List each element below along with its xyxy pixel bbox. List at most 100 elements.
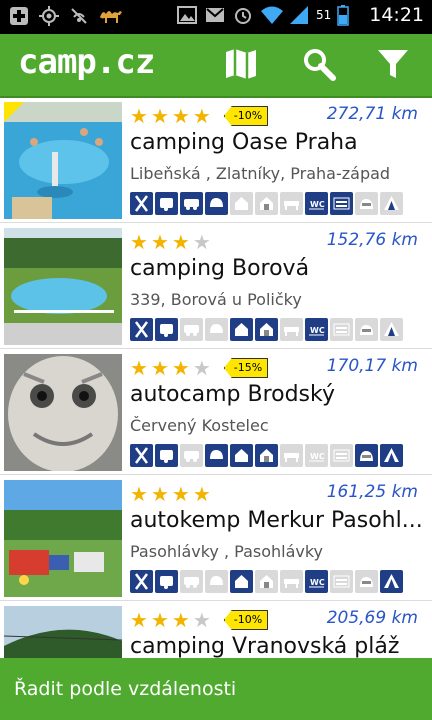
search-button[interactable] [296,44,342,88]
amenity-icons: WC [130,318,403,341]
amenity-icon [180,192,203,215]
add-box-icon [8,5,30,27]
battery-percent: 51 [315,8,332,22]
campsite-name: autokemp Merkur Pasohl... [130,508,423,533]
campsite-distance: 272,71 km [326,104,418,124]
amenity-icons: WC [130,192,403,215]
campsite-row[interactable]: ★ ★ ★ ★ -10% 205,69 km camping Vranovská pláž [0,602,432,658]
star-rating: ★ ★ ★ ★ -15% [130,356,269,380]
camel-icon [98,5,122,27]
campsite-row[interactable]: ★ ★ ★ ★ 152,76 km camping Borová 339, Borová … [0,224,432,349]
star-filled-icon: ★ [150,230,169,254]
campsite-address: Červený Kostelec [130,416,269,435]
star-filled-icon: ★ [130,482,148,506]
campsite-row[interactable]: ★ ★ ★ ★ -15% 170,17 km autocamp Brodský Červený… [0,350,432,475]
amenity-icons: WC [130,570,403,593]
amenity-icon [180,444,203,467]
map-button[interactable] [218,44,264,88]
discount-tag: -10% [223,106,269,126]
amenity-icon [330,192,353,215]
star-filled-icon: ★ [130,608,148,632]
amenity-icon [205,318,228,341]
star-empty-icon: ★ [192,356,211,380]
status-bar: 51 14:21 [0,0,432,34]
search-icon [302,47,336,85]
amenity-icon [130,192,153,215]
campsite-row[interactable]: ★ ★ ★ ★ 161,25 km autokemp Merkur Pasohl... Pa… [0,476,432,601]
campsite-distance: 205,69 km [326,608,418,628]
campsite-thumbnail [4,606,122,658]
gps-icon [38,5,60,27]
star-filled-icon: ★ [171,230,190,254]
amenity-icon [155,318,178,341]
amenity-icon [180,318,203,341]
amenity-icon [330,444,353,467]
image-icon [176,4,198,26]
discount-tag: -10% [223,610,269,630]
amenity-icon [255,192,278,215]
amenity-icon [180,570,203,593]
campsite-address: Pasohlávky , Pasohlávky [130,542,324,561]
star-filled-icon: ★ [171,608,190,632]
campsite-thumbnail [4,228,122,345]
amenity-icon [230,192,253,215]
star-filled-icon: ★ [150,608,169,632]
star-filled-icon: ★ [192,482,211,506]
star-filled-icon: ★ [171,104,190,128]
sort-bar[interactable]: Řadit podle vzdálenosti [0,658,432,720]
svg-text:WC: WC [310,452,325,461]
star-empty-icon: ★ [192,608,211,632]
amenity-icon [155,570,178,593]
wifi-icon [260,4,283,26]
map-icon [223,47,259,85]
campsite-name: camping Vranovská pláž [130,634,400,658]
campsite-distance: 161,25 km [326,482,418,502]
amenity-icon [205,192,228,215]
amenity-icon [155,444,178,467]
star-rating: ★ ★ ★ ★ [130,232,211,252]
filter-icon [376,47,410,85]
signal-off-icon [68,5,90,27]
amenity-icon [330,318,353,341]
campsite-address: 339, Borová u Poličky [130,290,302,309]
clock: 14:21 [369,4,424,26]
star-filled-icon: ★ [130,356,148,380]
svg-text:WC: WC [310,578,325,587]
amenity-icon [255,444,278,467]
campsite-thumbnail [4,480,122,597]
campsite-row[interactable]: ★ ★ ★ ★ -10% 272,71 km camping Oase Praha Libeň… [0,98,432,223]
amenity-icon [255,570,278,593]
amenity-icon [155,192,178,215]
star-rating: ★ ★ ★ ★ -10% [130,608,269,632]
amenity-icon [355,570,378,593]
svg-text:WC: WC [310,326,325,335]
star-filled-icon: ★ [150,104,169,128]
amenity-icon [380,444,403,467]
star-empty-icon: ★ [192,230,211,254]
amenity-icon [330,570,353,593]
amenity-icon [230,318,253,341]
discount-tag: -15% [223,358,269,378]
star-filled-icon: ★ [150,356,169,380]
amenity-icon [355,318,378,341]
battery-icon [337,4,359,26]
amenity-icon [280,444,303,467]
star-filled-icon: ★ [192,104,211,128]
amenity-icon [205,570,228,593]
star-rating: ★ ★ ★ ★ -10% [130,104,269,128]
campsite-thumbnail [4,354,122,471]
svg-text:WC: WC [310,200,325,209]
app-logo: camp.cz [18,42,155,82]
campsite-address: Libeňská , Zlatníky, Praha-západ [130,164,391,183]
star-filled-icon: ★ [130,104,148,128]
amenity-icon: WC [305,192,328,215]
campsite-name: camping Borová [130,256,310,281]
filter-button[interactable] [370,44,416,88]
amenity-icons: WC [130,444,403,467]
amenity-icon [255,318,278,341]
alarm-icon [232,4,254,26]
star-filled-icon: ★ [130,230,148,254]
amenity-icon [380,318,403,341]
sort-label: Řadit podle vzdálenosti [14,678,237,700]
gmail-icon [204,4,226,26]
